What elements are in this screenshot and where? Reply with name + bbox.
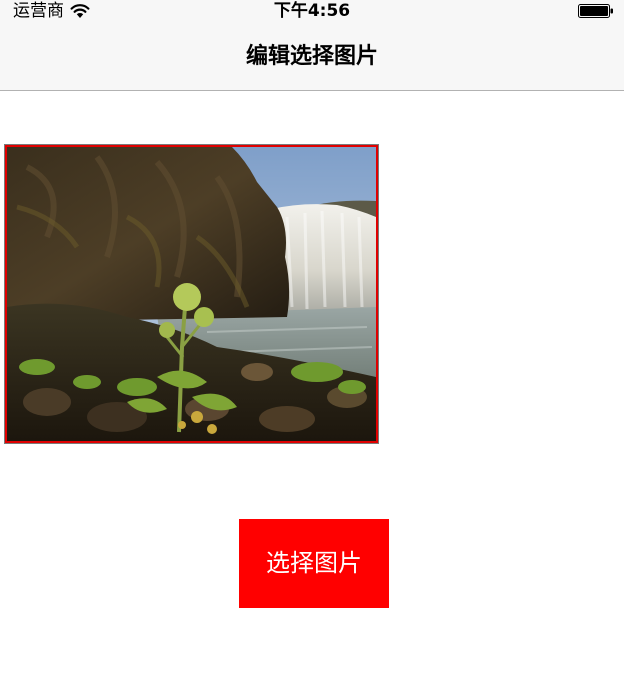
select-photo-button[interactable]: 选择图片 (239, 519, 389, 608)
status-time: 下午4:56 (273, 1, 351, 21)
status-bar: 运营商 下午4:56 (0, 0, 624, 22)
page-title: 编辑选择图片 (245, 44, 378, 69)
selected-photo-view[interactable] (5, 145, 378, 443)
battery-icon (578, 3, 614, 18)
app-screen: 运营商 下午4:56 编辑选择图片 · · (0, 0, 624, 690)
waterfall-photo (7, 147, 376, 441)
navigation-bar: 编辑选择图片 (0, 22, 624, 91)
